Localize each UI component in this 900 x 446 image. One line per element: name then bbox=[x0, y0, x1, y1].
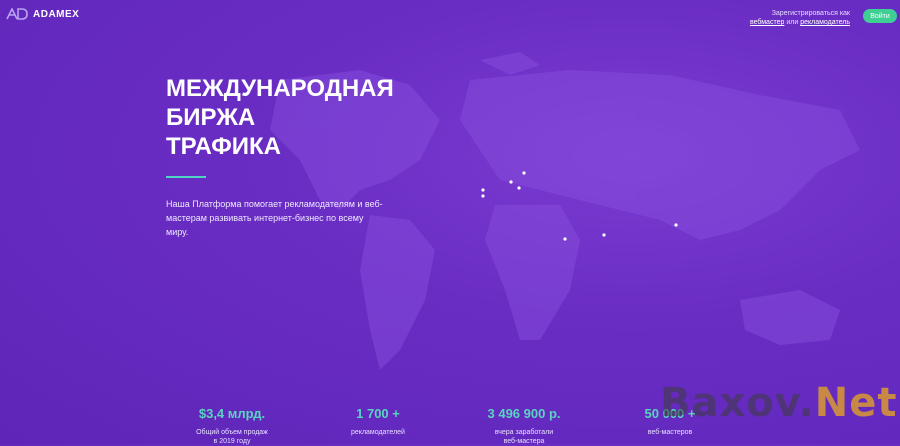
login-button[interactable]: Войти bbox=[863, 9, 897, 23]
logo-icon bbox=[6, 8, 28, 20]
hero-divider bbox=[166, 176, 206, 178]
watermark: Baxov.Net bbox=[660, 380, 898, 426]
map-dot bbox=[517, 186, 521, 190]
register-webmaster-link[interactable]: вебмастер bbox=[750, 19, 784, 26]
hero-title-line: МЕЖДУНАРОДНАЯ bbox=[166, 75, 394, 102]
map-dot bbox=[481, 188, 485, 192]
hero: МЕЖДУНАРОДНАЯ БИРЖА ТРАФИКА bbox=[166, 74, 394, 161]
stat-label: Общий объем продаж в 2019 году bbox=[196, 429, 268, 445]
stat-item: $3,4 млрд. Общий объем продаж в 2019 год… bbox=[157, 406, 307, 446]
map-dot bbox=[563, 237, 567, 241]
map-dot bbox=[522, 171, 526, 175]
stat-value: 1 700 + bbox=[356, 406, 400, 421]
register-links: Зарегистрироваться как вебмастер или рек… bbox=[750, 9, 850, 27]
hero-title-line: БИРЖА bbox=[166, 104, 256, 131]
stat-label: рекламодателей bbox=[351, 429, 405, 436]
hero-description: Наша Платформа помогает рекламодателям и… bbox=[166, 199, 383, 237]
map-dot bbox=[509, 180, 513, 184]
stats-row: $3,4 млрд. Общий объем продаж в 2019 год… bbox=[166, 406, 746, 446]
logo-text: ADAMEX bbox=[33, 8, 80, 20]
stat-item: 1 700 + рекламодателей bbox=[303, 406, 453, 437]
map-dot bbox=[674, 223, 678, 227]
stat-item: 3 496 900 р. вчера заработали веб-мастер… bbox=[449, 406, 599, 446]
header: ADAMEX Зарегистрироваться как вебмастер … bbox=[0, 0, 900, 34]
stat-value: 3 496 900 р. bbox=[487, 406, 561, 421]
stat-value: $3,4 млрд. bbox=[198, 406, 266, 421]
register-advertiser-link[interactable]: рекламодатель bbox=[800, 19, 850, 26]
register-prefix: Зарегистрироваться как bbox=[771, 10, 850, 17]
stat-label: вчера заработали веб-мастера bbox=[494, 429, 554, 445]
map-dot bbox=[481, 194, 485, 198]
register-or: или bbox=[786, 19, 799, 26]
hero-title-line: ТРАФИКА bbox=[166, 133, 282, 160]
stat-label: веб-мастеров bbox=[647, 429, 693, 436]
map-dot bbox=[602, 233, 606, 237]
hero-title: МЕЖДУНАРОДНАЯ БИРЖА ТРАФИКА bbox=[166, 74, 394, 161]
logo[interactable]: ADAMEX bbox=[6, 8, 79, 20]
